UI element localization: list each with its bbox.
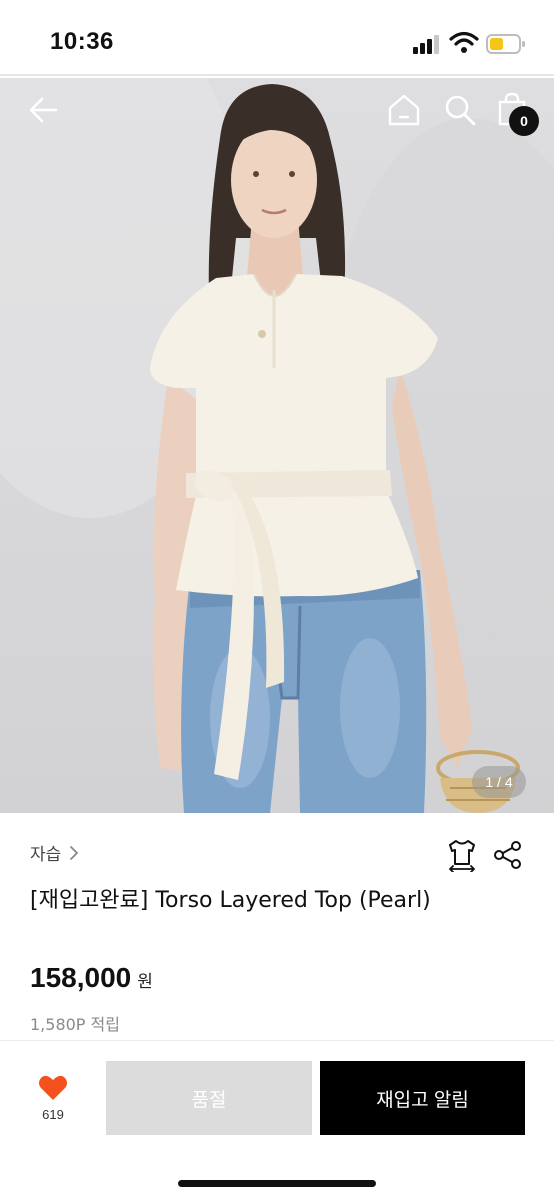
restock-alert-button[interactable]: 재입고 알림	[320, 1061, 525, 1135]
chevron-right-icon	[70, 845, 79, 860]
brand-name: 자습	[30, 845, 62, 865]
product-title: [재입고완료] Torso Layered Top (Pearl)	[30, 888, 431, 913]
wishlist-button[interactable]: 619	[26, 1074, 80, 1130]
status-time: 10:36	[50, 28, 114, 55]
bottom-bar-divider	[0, 1040, 554, 1041]
back-arrow-icon[interactable]	[26, 92, 62, 128]
reward-points: 1,580P 적립	[30, 1015, 120, 1034]
product-image-gallery[interactable]: 0 1 / 4	[0, 78, 554, 813]
battery-icon	[486, 34, 525, 54]
wishlist-count: 619	[42, 1107, 64, 1122]
brand-link[interactable]: 자습	[30, 840, 81, 865]
size-guide-icon[interactable]	[446, 838, 478, 872]
price-row: 158,000 원	[30, 962, 153, 994]
home-indicator	[178, 1180, 376, 1187]
heart-icon	[39, 1075, 67, 1100]
product-photo	[0, 78, 554, 813]
cart-count-badge[interactable]: 0	[509, 106, 539, 136]
home-icon[interactable]	[386, 92, 422, 128]
search-icon[interactable]	[442, 92, 478, 128]
status-divider	[0, 74, 554, 76]
share-icon[interactable]	[493, 840, 523, 870]
sold-out-button[interactable]: 품절	[106, 1061, 312, 1135]
gallery-page-indicator: 1 / 4	[472, 766, 526, 798]
cellular-signal-icon	[413, 34, 441, 54]
wifi-icon	[449, 31, 479, 53]
product-price: 158,000	[30, 962, 132, 993]
status-bar: 10:36	[0, 0, 554, 76]
price-unit: 원	[137, 972, 153, 992]
